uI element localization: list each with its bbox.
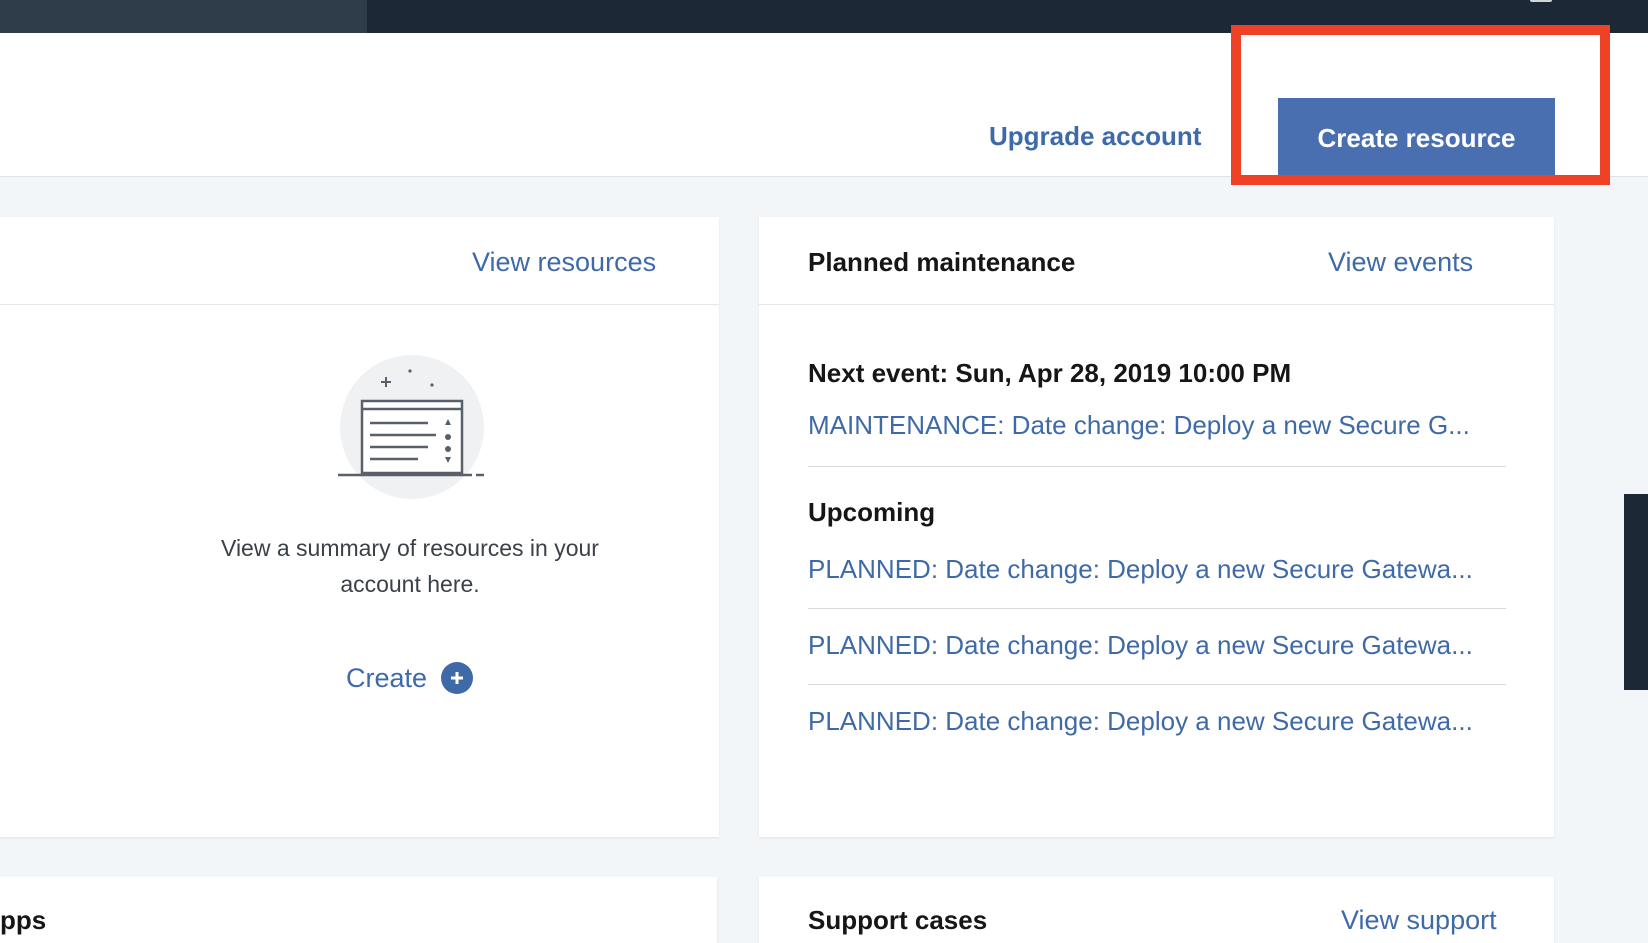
resources-summary-text: View a summary of resources in your acco… bbox=[221, 535, 599, 597]
divider bbox=[808, 684, 1506, 685]
nav-corner-icon bbox=[1530, 0, 1552, 2]
divider bbox=[808, 466, 1506, 467]
view-events-link[interactable]: View events bbox=[1328, 247, 1473, 278]
page-header: Upgrade account Create resource bbox=[0, 33, 1648, 178]
create-resource-button[interactable]: Create resource bbox=[1278, 98, 1555, 178]
card-header: Planned maintenance View events bbox=[759, 217, 1554, 305]
card-header: View resources bbox=[0, 217, 719, 305]
view-resources-link[interactable]: View resources bbox=[472, 247, 656, 278]
top-navigation-bar bbox=[0, 0, 1648, 33]
upcoming-event-link[interactable]: PLANNED: Date change: Deploy a new Secur… bbox=[808, 630, 1506, 661]
create-link-label: Create bbox=[346, 662, 428, 693]
support-cases-card: Support cases View support bbox=[759, 877, 1554, 943]
empty-resources-illustration bbox=[338, 355, 484, 499]
plus-circle-icon bbox=[441, 662, 474, 694]
card-title: Support cases bbox=[808, 905, 988, 935]
upgrade-account-link[interactable]: Upgrade account bbox=[989, 121, 1201, 152]
nav-left-section bbox=[0, 0, 367, 33]
upcoming-event-link[interactable]: PLANNED: Date change: Deploy a new Secur… bbox=[808, 554, 1506, 585]
divider bbox=[808, 608, 1506, 609]
create-link[interactable]: Create bbox=[346, 658, 474, 698]
upcoming-heading: Upcoming bbox=[808, 497, 936, 527]
next-event-heading: Next event: Sun, Apr 28, 2019 10:00 PM bbox=[808, 358, 1292, 388]
side-panel-tab[interactable] bbox=[1624, 494, 1648, 690]
card-title: Planned maintenance bbox=[808, 247, 1076, 277]
apps-card: pps bbox=[0, 877, 717, 943]
upcoming-event-link[interactable]: PLANNED: Date change: Deploy a new Secur… bbox=[808, 706, 1506, 737]
card-title: pps bbox=[0, 905, 47, 935]
next-event-item-link[interactable]: MAINTENANCE: Date change: Deploy a new S… bbox=[808, 410, 1506, 441]
view-support-link[interactable]: View support bbox=[1341, 905, 1497, 936]
resources-card: View resources bbox=[0, 217, 719, 837]
